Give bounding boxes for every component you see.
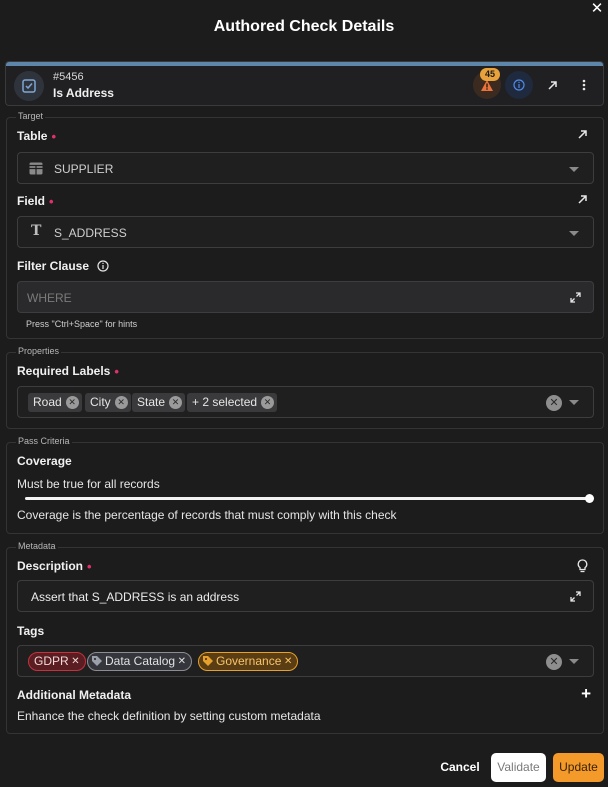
- metadata-section: Metadata Description • Assert that S_ADDR…: [6, 541, 604, 734]
- coverage-label: Coverage: [17, 454, 72, 468]
- label-chip: Road ✕: [28, 393, 82, 412]
- tag-icon: [203, 656, 213, 666]
- target-section: Target Table • SUPPLIER Field • T S_ADDRES…: [6, 111, 604, 339]
- filter-hint: Press "Ctrl+Space" for hints: [26, 319, 138, 329]
- tag-remove-icon[interactable]: ✕: [178, 653, 186, 670]
- label-chip: + 2 selected ✕: [187, 393, 278, 412]
- chevron-down-icon[interactable]: [569, 400, 579, 405]
- card-accent-bar: [6, 62, 603, 66]
- additional-metadata-title: Additional Metadata: [17, 688, 132, 702]
- open-external-icon[interactable]: [541, 74, 563, 96]
- description-value: Assert that S_ADDRESS is an address: [31, 590, 240, 604]
- lightbulb-icon[interactable]: [577, 559, 588, 573]
- table-icon: [29, 162, 43, 175]
- check-name: Is Address: [53, 86, 114, 100]
- chevron-down-icon[interactable]: [569, 659, 579, 664]
- chip-remove-icon[interactable]: ✕: [261, 396, 275, 409]
- table-label: Table •: [17, 129, 57, 144]
- filter-placeholder: WHERE: [27, 291, 72, 305]
- info-icon: [97, 260, 109, 272]
- field-label: Field •: [17, 194, 54, 209]
- more-vert-icon[interactable]: [573, 74, 595, 96]
- check-type-icon: [14, 71, 44, 101]
- check-summary-card: #5456 Is Address 45: [5, 61, 604, 106]
- cancel-button[interactable]: Cancel: [436, 753, 484, 782]
- table-value: SUPPLIER: [54, 162, 114, 176]
- description-label: Description •: [17, 559, 92, 574]
- coverage-slider-thumb[interactable]: [585, 494, 594, 503]
- tag-chip: Data Catalog ✕: [87, 652, 193, 671]
- info-icon[interactable]: [505, 71, 533, 99]
- table-select[interactable]: SUPPLIER: [17, 152, 594, 184]
- tag-remove-icon[interactable]: ✕: [71, 653, 79, 670]
- section-legend: Metadata: [16, 541, 58, 551]
- additional-metadata-desc: Enhance the check definition by setting …: [17, 709, 321, 723]
- expand-icon[interactable]: [570, 591, 581, 602]
- filter-clause-label: Filter Clause: [17, 259, 109, 273]
- clear-icon[interactable]: ✕: [546, 395, 562, 411]
- required-labels-label: Required Labels •: [17, 364, 119, 379]
- validate-button[interactable]: Validate: [491, 753, 546, 782]
- section-legend: Pass Criteria: [16, 436, 72, 446]
- chip-remove-icon[interactable]: ✕: [65, 396, 79, 409]
- coverage-text: Must be true for all records: [17, 477, 160, 491]
- required-labels-select[interactable]: Road ✕ City ✕ State ✕ + 2 selected ✕ ✕: [17, 386, 594, 418]
- chevron-down-icon: [569, 231, 579, 236]
- open-external-icon[interactable]: [577, 129, 591, 143]
- chevron-down-icon: [569, 167, 579, 172]
- clear-icon[interactable]: ✕: [546, 654, 562, 670]
- update-button[interactable]: Update: [553, 753, 604, 782]
- anomaly-count-badge: 45: [480, 68, 501, 81]
- properties-section: Properties Required Labels • Road ✕ City ✕ …: [6, 346, 604, 429]
- label-chip: City ✕: [85, 393, 131, 412]
- tag-icon: [92, 656, 102, 666]
- tags-select[interactable]: GDPR ✕ Data Catalog ✕ Governance ✕ ✕: [17, 645, 594, 677]
- tag-chip: GDPR ✕: [28, 652, 86, 671]
- open-external-icon[interactable]: [577, 194, 591, 208]
- tag-chip: Governance ✕: [198, 652, 299, 671]
- coverage-slider[interactable]: [25, 497, 591, 500]
- field-select[interactable]: T S_ADDRESS: [17, 216, 594, 248]
- section-legend: Properties: [16, 346, 62, 356]
- chip-remove-icon[interactable]: ✕: [114, 396, 128, 409]
- filter-clause-input[interactable]: WHERE: [17, 281, 594, 313]
- description-input[interactable]: Assert that S_ADDRESS is an address: [17, 580, 594, 612]
- tag-remove-icon[interactable]: ✕: [284, 653, 292, 670]
- label-chip: State ✕: [132, 393, 186, 412]
- tags-label: Tags: [17, 624, 45, 638]
- expand-icon[interactable]: [570, 292, 581, 303]
- section-legend: Target: [16, 111, 46, 121]
- plus-icon[interactable]: +: [581, 684, 591, 704]
- pass-criteria-section: Pass Criteria Coverage Must be true for …: [6, 436, 604, 534]
- coverage-help: Coverage is the percentage of records th…: [17, 508, 397, 522]
- field-value: S_ADDRESS: [54, 226, 127, 240]
- dialog-title: Authored Check Details: [213, 18, 395, 35]
- chip-remove-icon[interactable]: ✕: [169, 396, 183, 409]
- check-id: #5456: [53, 71, 84, 83]
- close-icon[interactable]: ✕: [588, 0, 606, 18]
- text-type-icon: T: [31, 223, 42, 239]
